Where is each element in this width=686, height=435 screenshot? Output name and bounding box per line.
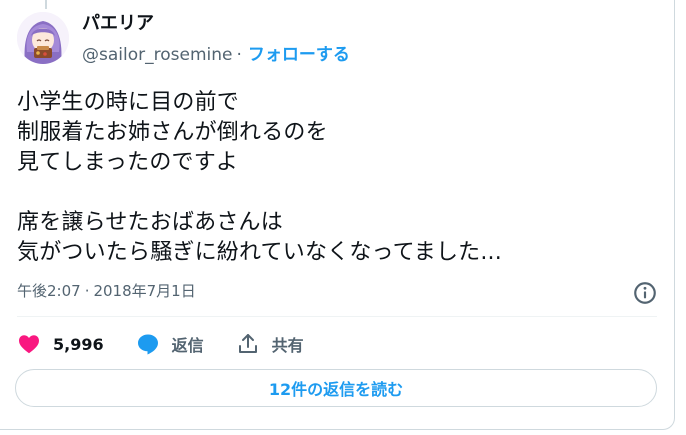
divider [17,316,657,317]
tweet-card: パエリア @sailor_rosemine · フォローする 小学生の時に目の前で … [0,0,675,430]
tweet-time[interactable]: 午後2:07 [17,282,81,300]
handle-separator: · [236,45,242,65]
tweet-text: 小学生の時に目の前で 制服着たお姉さんが倒れるのを 見てしまったのですよ 席を譲… [17,90,502,265]
author-name-block: パエリア [82,13,154,35]
thread-line [45,0,47,9]
like-count: 5,996 [53,334,104,354]
display-name[interactable]: パエリア [82,13,154,35]
share-label: 共有 [271,336,304,355]
read-replies-button[interactable]: 12件の返信を読む [15,369,657,407]
reply-label: 返信 [171,336,204,355]
speech-bubble-icon [137,334,158,355]
user-handle[interactable]: @sailor_rosemine [82,45,232,65]
info-icon[interactable] [632,280,658,306]
handle-row: @sailor_rosemine · フォローする [82,43,350,67]
follow-button[interactable]: フォローする [248,45,350,65]
avatar-illustration [17,12,69,64]
read-replies-label: 12件の返信を読む [268,380,404,399]
heart-icon [19,335,39,354]
share-upload-icon [238,334,257,353]
action-bar: 5,996 返信 共有 [17,330,336,358]
share-button[interactable]: 共有 [236,332,304,356]
timestamp-row: 午後2:07 · 2018年7月1日 [17,280,196,302]
tweet-date[interactable]: 2018年7月1日 [93,282,195,300]
avatar[interactable] [17,12,69,64]
time-separator: · [84,282,90,300]
like-button[interactable]: 5,996 [17,332,104,356]
reply-button[interactable]: 返信 [136,332,204,356]
